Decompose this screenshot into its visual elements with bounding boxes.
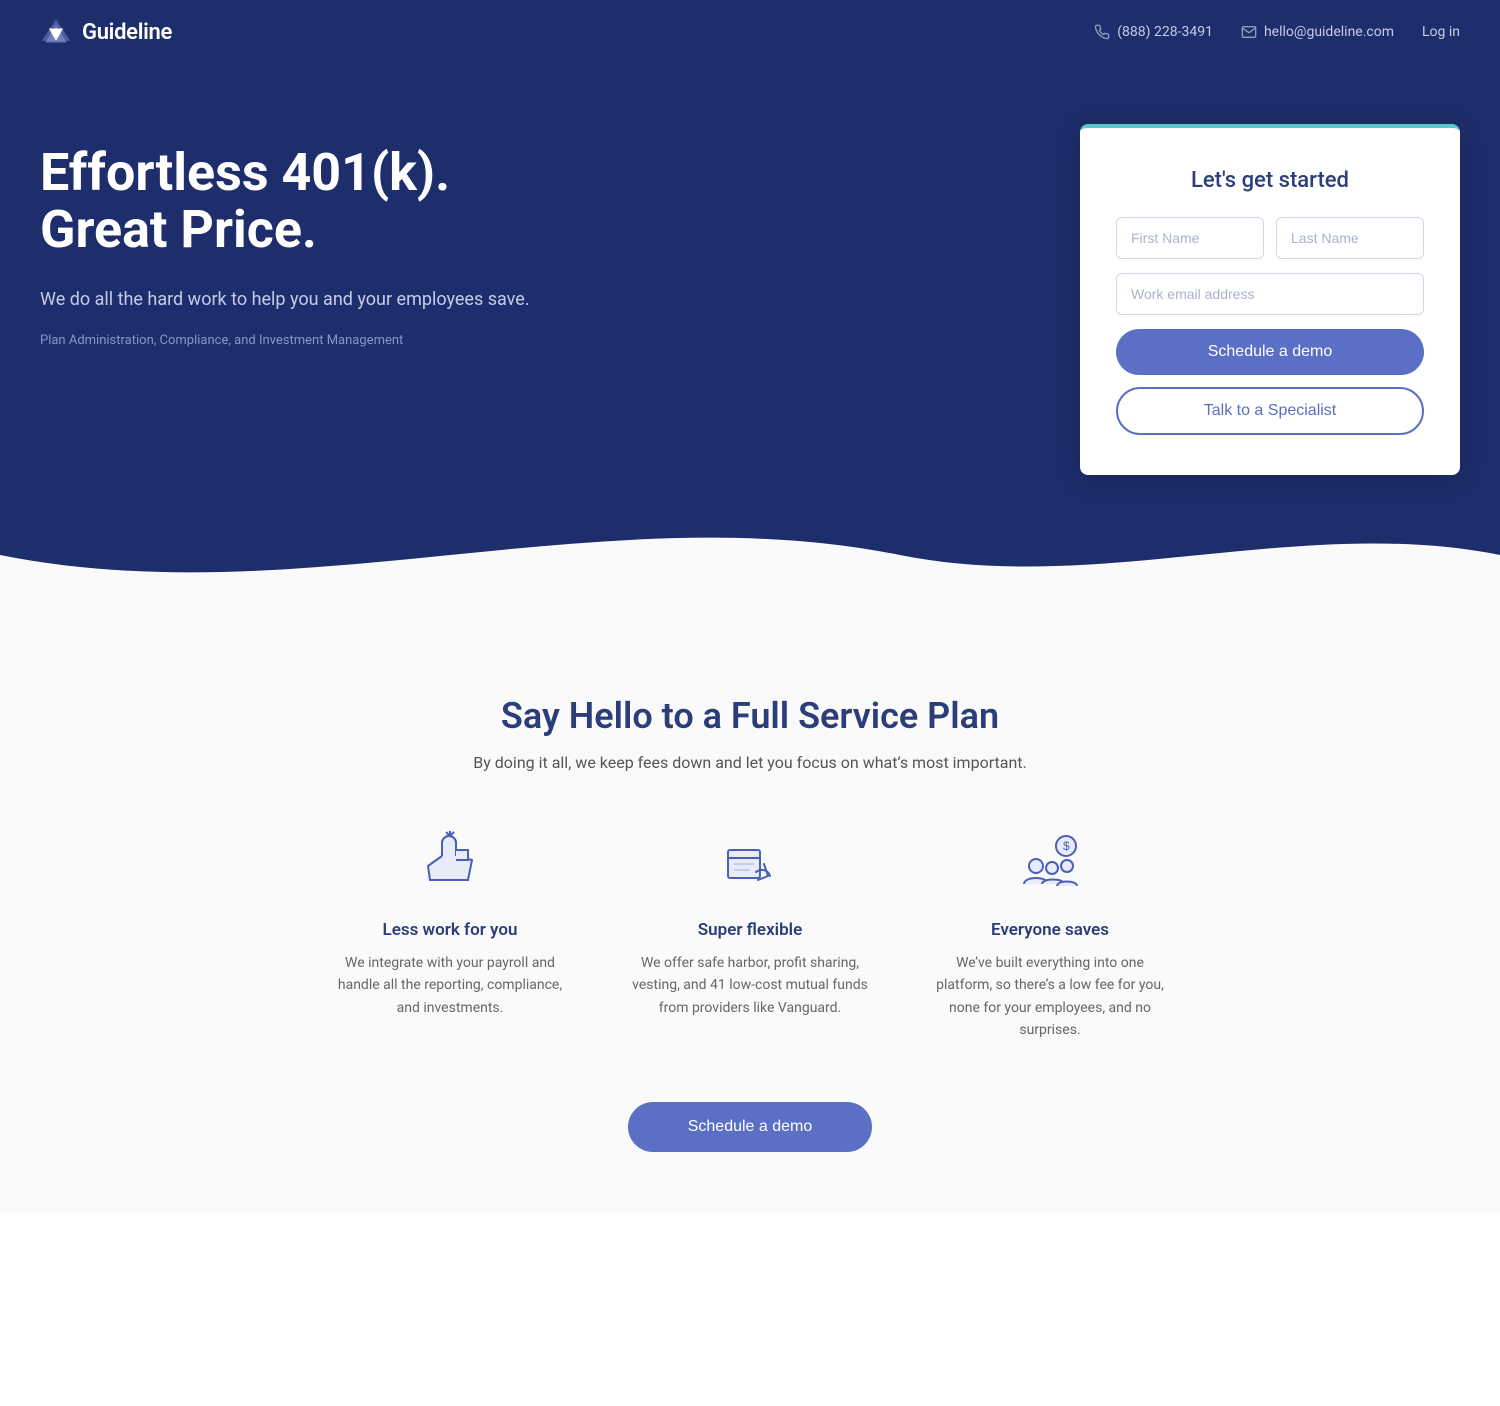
email-address: hello@guideline.com bbox=[1264, 24, 1394, 40]
hero-wave bbox=[0, 495, 1500, 615]
hero-subtitle: We do all the hard work to help you and … bbox=[40, 286, 530, 313]
login-button[interactable]: Log in bbox=[1422, 24, 1460, 40]
feature-less-work-name: Less work for you bbox=[383, 920, 518, 940]
feature-everyone-saves: $ Everyone saves We’ve built everything … bbox=[930, 828, 1170, 1042]
email-icon bbox=[1241, 24, 1257, 40]
feature-everyone-saves-desc: We’ve built everything into one platform… bbox=[930, 952, 1170, 1042]
svg-text:$: $ bbox=[1063, 839, 1070, 853]
less-work-icon bbox=[414, 828, 486, 900]
logo[interactable]: Guideline bbox=[40, 16, 172, 48]
feature-less-work: Less work for you We integrate with your… bbox=[330, 828, 570, 1042]
features-grid: Less work for you We integrate with your… bbox=[40, 828, 1460, 1042]
hero-title: Effortless 401(k).Great Price. bbox=[40, 144, 530, 258]
everyone-saves-icon: $ bbox=[1014, 828, 1086, 900]
email-input[interactable] bbox=[1116, 273, 1424, 315]
bottom-schedule-demo-button[interactable]: Schedule a demo bbox=[628, 1102, 873, 1152]
logo-icon bbox=[40, 16, 72, 48]
email-contact[interactable]: hello@guideline.com bbox=[1241, 24, 1394, 40]
features-subtitle: By doing it all, we keep fees down and l… bbox=[40, 753, 1460, 772]
feature-flexible-name: Super flexible bbox=[698, 920, 802, 940]
flexible-icon bbox=[714, 828, 786, 900]
features-title: Say Hello to a Full Service Plan bbox=[40, 695, 1460, 737]
hero-tagline: Plan Administration, Compliance, and Inv… bbox=[40, 333, 530, 348]
header-contact-area: (888) 228-3491 hello@guideline.com Log i… bbox=[1094, 24, 1460, 40]
feature-everyone-saves-name: Everyone saves bbox=[991, 920, 1109, 940]
site-header: Guideline (888) 228-3491 hello@guideline… bbox=[0, 0, 1500, 64]
feature-less-work-desc: We integrate with your payroll and handl… bbox=[330, 952, 570, 1019]
talk-specialist-button[interactable]: Talk to a Specialist bbox=[1116, 387, 1424, 435]
features-section: Say Hello to a Full Service Plan By doin… bbox=[0, 615, 1500, 1212]
form-title: Let's get started bbox=[1116, 168, 1424, 193]
phone-contact[interactable]: (888) 228-3491 bbox=[1094, 24, 1213, 40]
email-row bbox=[1116, 273, 1424, 315]
feature-flexible-desc: We offer safe harbor, profit sharing, ve… bbox=[630, 952, 870, 1019]
first-name-input[interactable] bbox=[1116, 217, 1264, 259]
schedule-demo-button[interactable]: Schedule a demo bbox=[1116, 329, 1424, 375]
hero-content: Effortless 401(k).Great Price. We do all… bbox=[40, 124, 530, 348]
phone-icon bbox=[1094, 24, 1110, 40]
logo-label: Guideline bbox=[82, 20, 172, 45]
hero-section: Effortless 401(k).Great Price. We do all… bbox=[0, 64, 1500, 615]
name-row bbox=[1116, 217, 1424, 259]
feature-flexible: Super flexible We offer safe harbor, pro… bbox=[630, 828, 870, 1042]
phone-number: (888) 228-3491 bbox=[1117, 24, 1213, 40]
signup-form-card: Let's get started Schedule a demo Talk t… bbox=[1080, 124, 1460, 475]
last-name-input[interactable] bbox=[1276, 217, 1424, 259]
